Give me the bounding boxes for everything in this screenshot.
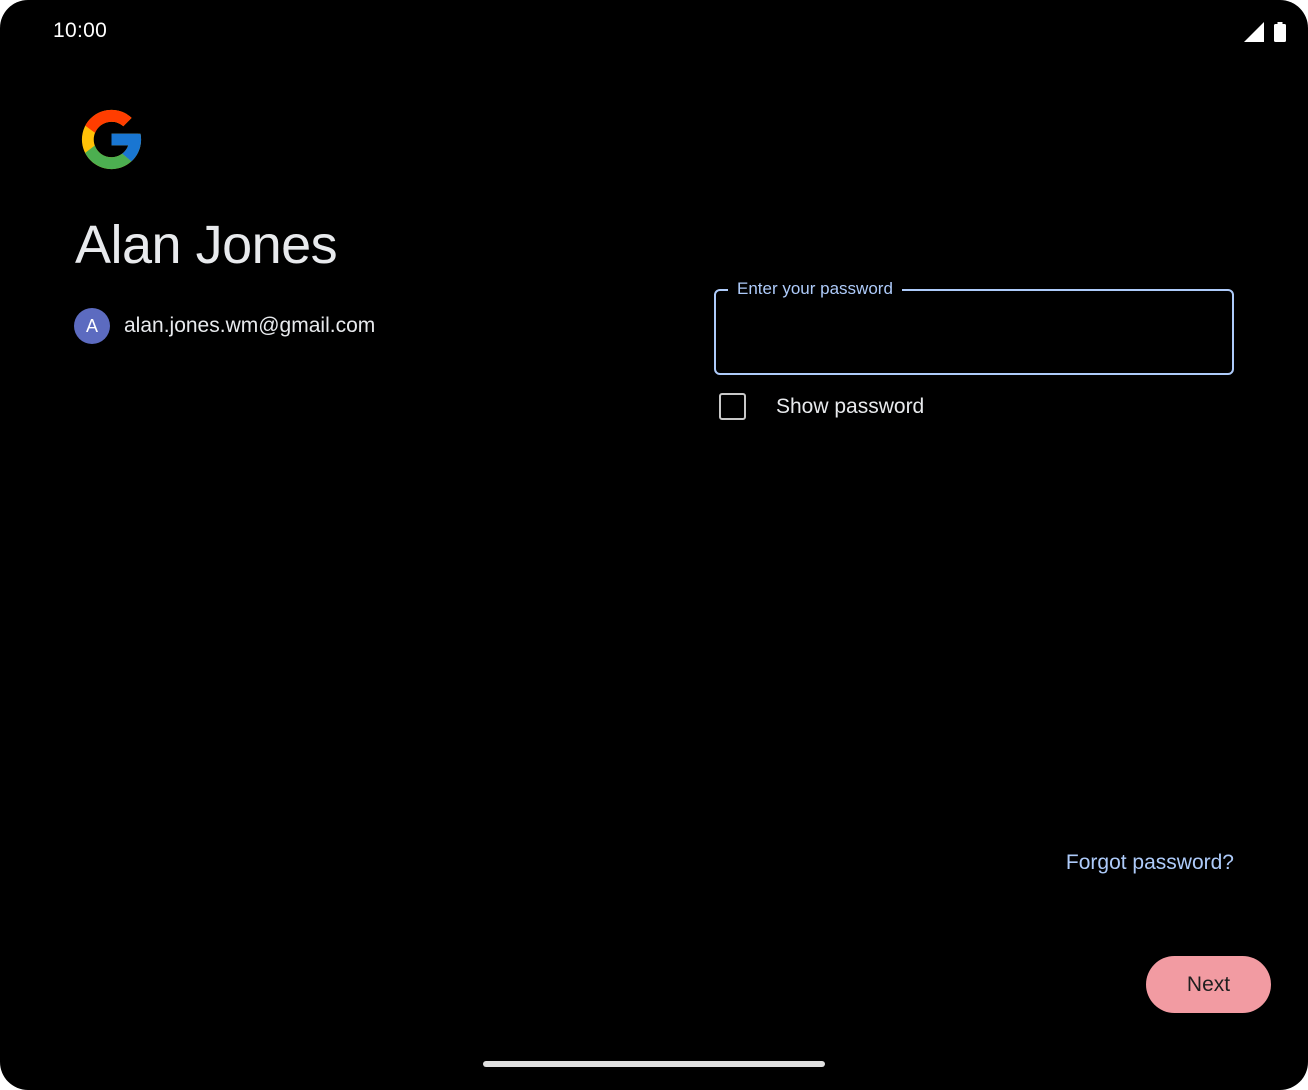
account-email: alan.jones.wm@gmail.com xyxy=(124,314,376,337)
account-name: Alan Jones xyxy=(75,215,338,275)
show-password-option[interactable]: Show password xyxy=(719,393,924,420)
show-password-label: Show password xyxy=(776,394,925,418)
device-screen: 10:00 Alan Jones A alan.jones.wm@gmail.c… xyxy=(0,0,1308,1090)
gesture-nav-handle[interactable] xyxy=(483,1061,825,1067)
signal-icon xyxy=(1244,22,1264,42)
account-chip[interactable]: A alan.jones.wm@gmail.com xyxy=(74,308,375,344)
avatar: A xyxy=(74,308,110,344)
status-time: 10:00 xyxy=(53,19,108,42)
battery-icon xyxy=(1274,22,1286,42)
google-g-logo xyxy=(81,109,142,170)
show-password-checkbox[interactable] xyxy=(719,393,746,420)
status-icons xyxy=(1244,22,1286,42)
forgot-password-link[interactable]: Forgot password? xyxy=(1066,851,1234,875)
next-button[interactable]: Next xyxy=(1146,956,1271,1013)
password-input[interactable] xyxy=(736,311,1210,353)
password-field-label: Enter your password xyxy=(728,278,902,300)
password-field[interactable]: Enter your password xyxy=(714,278,1234,375)
